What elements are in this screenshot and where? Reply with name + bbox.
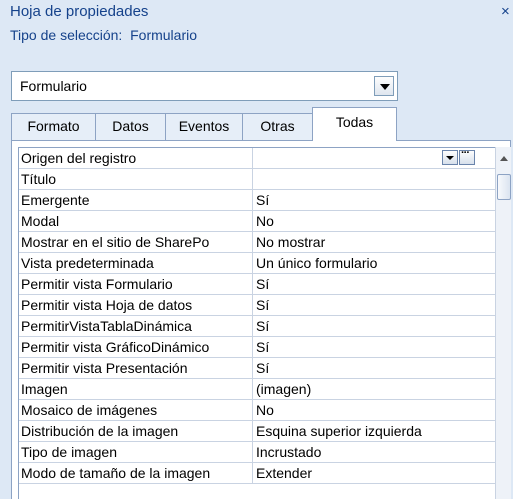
property-value[interactable]: No (253, 211, 496, 232)
property-row[interactable]: Tipo de imagen Incrustado (19, 442, 496, 463)
property-value[interactable]: Esquina superior izquierda (253, 421, 496, 442)
scrollbar-thumb[interactable] (497, 174, 511, 200)
property-value[interactable]: Sí (253, 295, 496, 316)
tab-otras[interactable]: Otras (242, 113, 313, 140)
property-name: Modal (19, 211, 253, 232)
property-row[interactable]: Origen del registro ··· (19, 148, 496, 169)
property-row[interactable]: Mostrar en el sitio de SharePo No mostrar (19, 232, 496, 253)
property-row[interactable]: Imagen (imagen) (19, 379, 496, 400)
property-value[interactable]: (imagen) (253, 379, 496, 400)
property-name: Permitir vista GráficoDinámico (19, 337, 253, 358)
tab-datos[interactable]: Datos (95, 113, 166, 140)
property-row[interactable]: Mosaico de imágenes No (19, 400, 496, 421)
property-row[interactable]: Emergente Sí (19, 190, 496, 211)
property-value[interactable]: Sí (253, 337, 496, 358)
property-row[interactable]: Vista predeterminada Un único formulario (19, 253, 496, 274)
property-value[interactable]: Extender (253, 463, 496, 484)
chevron-down-icon[interactable] (442, 150, 458, 165)
property-name: Tipo de imagen (19, 442, 253, 463)
property-value[interactable]: Sí (253, 190, 496, 211)
property-row[interactable]: Permitir vista GráficoDinámico Sí (19, 337, 496, 358)
property-name: Origen del registro (19, 148, 253, 169)
property-value[interactable]: Sí (253, 274, 496, 295)
property-name: Permitir vista Presentación (19, 358, 253, 379)
property-name: Emergente (19, 190, 253, 211)
property-value[interactable]: No (253, 400, 496, 421)
tab-todas[interactable]: Todas (312, 107, 397, 141)
property-name: Mostrar en el sitio de SharePo (19, 232, 253, 253)
property-row[interactable]: Permitir vista Hoja de datos Sí (19, 295, 496, 316)
arrow-up-icon[interactable] (500, 156, 508, 161)
object-selector-value: Formulario (20, 78, 87, 94)
selection-type: Tipo de selección: Formulario (10, 27, 197, 43)
property-grid: Origen del registro ··· Título Emergente Sí M… (18, 147, 496, 499)
property-value[interactable]: Un único formulario (253, 253, 496, 274)
window-title: Hoja de propiedades (10, 3, 149, 20)
tab-formato[interactable]: Formato (11, 113, 96, 140)
property-name: Mosaico de imágenes (19, 400, 253, 421)
selection-type-label: Tipo de selección: (10, 27, 123, 43)
object-selector[interactable]: Formulario (11, 71, 398, 101)
property-row[interactable]: Permitir vista Formulario Sí (19, 274, 496, 295)
scrollbar[interactable] (495, 147, 511, 499)
close-icon[interactable]: × (501, 3, 510, 20)
property-name: Modo de tamaño de la imagen (19, 463, 253, 484)
property-value[interactable]: Sí (253, 358, 496, 379)
property-row[interactable]: Título (19, 169, 496, 190)
property-row[interactable]: Modal No (19, 211, 496, 232)
property-value[interactable] (253, 169, 496, 190)
property-name: Permitir vista Formulario (19, 274, 253, 295)
title-bar: Hoja de propiedades × (0, 0, 513, 20)
chevron-down-icon[interactable] (374, 76, 394, 96)
property-name: PermitirVistaTablaDinámica (19, 316, 253, 337)
property-name: Imagen (19, 379, 253, 400)
property-name: Título (19, 169, 253, 190)
property-name: Distribución de la imagen (19, 421, 253, 442)
property-row[interactable]: Permitir vista Presentación Sí (19, 358, 496, 379)
ellipsis-icon[interactable]: ··· (459, 148, 475, 165)
property-row[interactable]: Distribución de la imagen Esquina superio… (19, 421, 496, 442)
property-value[interactable]: Incrustado (253, 442, 496, 463)
property-name: Vista predeterminada (19, 253, 253, 274)
property-value[interactable]: No mostrar (253, 232, 496, 253)
property-row[interactable]: PermitirVistaTablaDinámica Sí (19, 316, 496, 337)
property-row[interactable]: Modo de tamaño de la imagen Extender (19, 463, 496, 484)
tab-eventos[interactable]: Eventos (165, 113, 243, 140)
property-name: Permitir vista Hoja de datos (19, 295, 253, 316)
selection-type-value: Formulario (130, 27, 198, 43)
property-value[interactable]: Sí (253, 316, 496, 337)
